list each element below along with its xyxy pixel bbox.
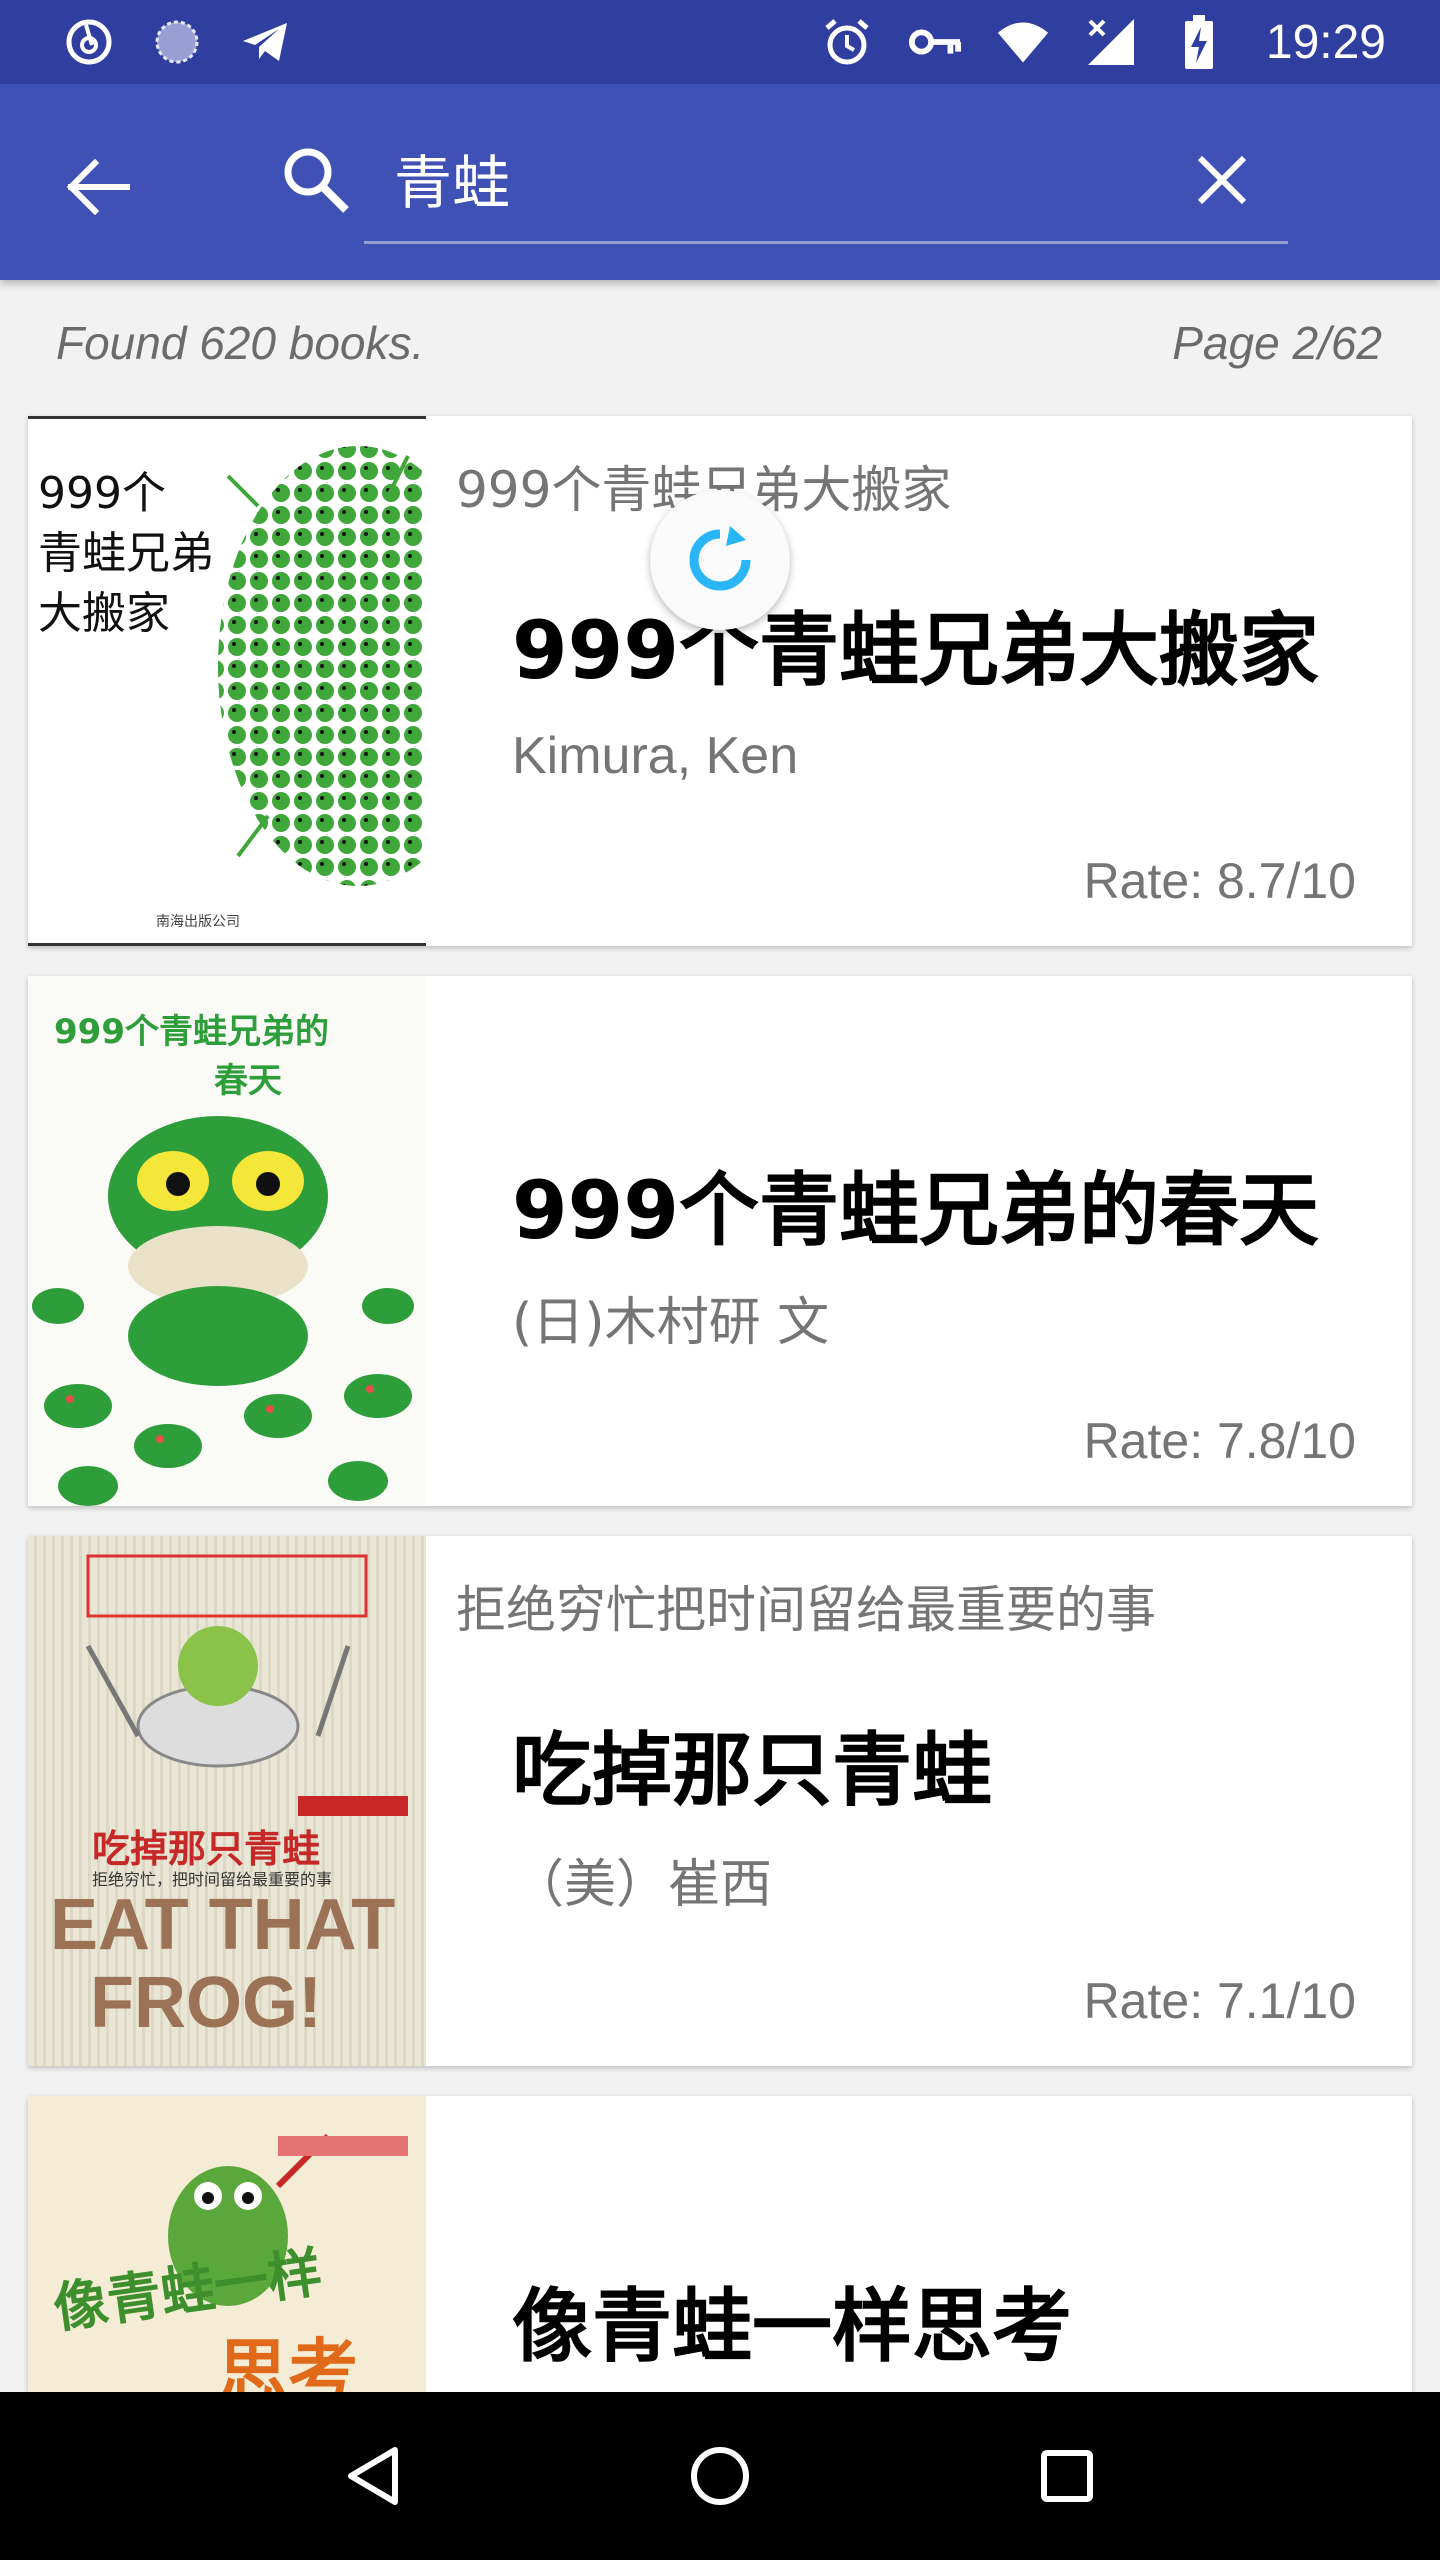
clear-search-button[interactable] <box>1174 132 1270 228</box>
book-title: 999个青蛙兄弟的春天 <box>512 1164 1319 1257</box>
status-time: 19:29 <box>1265 15 1386 69</box>
book-card[interactable]: 像青蛙一样 思考 像青蛙一样思考 <box>28 2096 1412 2392</box>
book-title: 像青蛙一样思考 <box>512 2280 1072 2373</box>
book-cover: 像青蛙一样 思考 <box>28 2096 426 2392</box>
nav-home-button[interactable] <box>665 2421 775 2531</box>
vpn-key-icon <box>908 15 962 69</box>
book-author: (日)木村研 文 <box>512 1293 830 1353</box>
nav-back-button[interactable] <box>318 2421 428 2531</box>
results-header: Found 620 books. Page 2/62 <box>0 280 1440 410</box>
cover-title-2: 思考 <box>218 2331 358 2392</box>
close-icon <box>1197 155 1247 205</box>
book-rate: Rate: 7.1/10 <box>1083 1973 1356 2029</box>
book-rate: Rate: 7.8/10 <box>1083 1413 1356 1469</box>
search-box <box>284 124 1288 244</box>
book-card[interactable]: 吃掉那只青蛙 拒绝穷忙，把时间留给最重要的事 EAT THAT FROG! 拒绝… <box>28 1536 1412 2066</box>
book-cover: 南海出版公司 999个 青蛙兄弟 大搬家 <box>28 416 426 946</box>
page-indicator: Page 2/62 <box>1172 317 1382 369</box>
recents-square-icon <box>1040 2450 1093 2502</box>
status-bar: 19:29 <box>0 0 1440 84</box>
wifi-icon <box>996 15 1050 69</box>
search-input[interactable] <box>394 124 1174 232</box>
cover-title: 吃掉那只青蛙 <box>92 1827 321 1871</box>
battery-charging-icon <box>1172 15 1226 69</box>
found-count: Found 620 books. <box>56 317 425 369</box>
arrow-back-icon <box>67 159 130 215</box>
book-title: 吃掉那只青蛙 <box>512 1724 992 1817</box>
book-subtitle: 拒绝穷忙把时间留给最重要的事 <box>456 1581 1156 1639</box>
navigation-bar <box>0 2392 1440 2560</box>
refresh-indicator <box>650 490 790 630</box>
cover-title: 999个青蛙兄弟的 春天 <box>54 1012 329 1101</box>
book-cover: 吃掉那只青蛙 拒绝穷忙，把时间留给最重要的事 EAT THAT FROG! <box>28 1536 426 2066</box>
app-bar <box>0 84 1440 280</box>
search-icon <box>268 132 364 228</box>
nav-recents-button[interactable] <box>1012 2421 1122 2531</box>
back-button[interactable] <box>54 142 144 232</box>
book-cover: 999个青蛙兄弟的 春天 <box>28 976 426 1506</box>
book-card[interactable]: 999个青蛙兄弟的 春天 999个青蛙兄弟的春天 (日)木村研 文 Rate: … <box>28 976 1412 1506</box>
book-author: Kimura, Ken <box>512 727 799 785</box>
book-author: （美）崔西 <box>512 1855 773 1915</box>
cover-english-title: EAT THAT FROG! <box>50 1885 396 2043</box>
book-title: 999个青蛙兄弟大搬家 <box>512 604 1319 697</box>
home-circle-icon <box>690 2447 749 2505</box>
alarm-icon <box>820 15 874 69</box>
sync-status-icon <box>150 15 204 69</box>
back-triangle-icon <box>348 2447 399 2505</box>
book-rate: Rate: 8.7/10 <box>1083 853 1356 909</box>
netease-music-icon <box>62 15 116 69</box>
telegram-icon <box>238 15 292 69</box>
no-signal-icon <box>1084 15 1138 69</box>
cover-title: 999个 青蛙兄弟 大搬家 <box>38 468 214 639</box>
refresh-spinner-icon <box>689 526 751 591</box>
svg-text:南海出版公司: 南海出版公司 <box>156 914 240 930</box>
